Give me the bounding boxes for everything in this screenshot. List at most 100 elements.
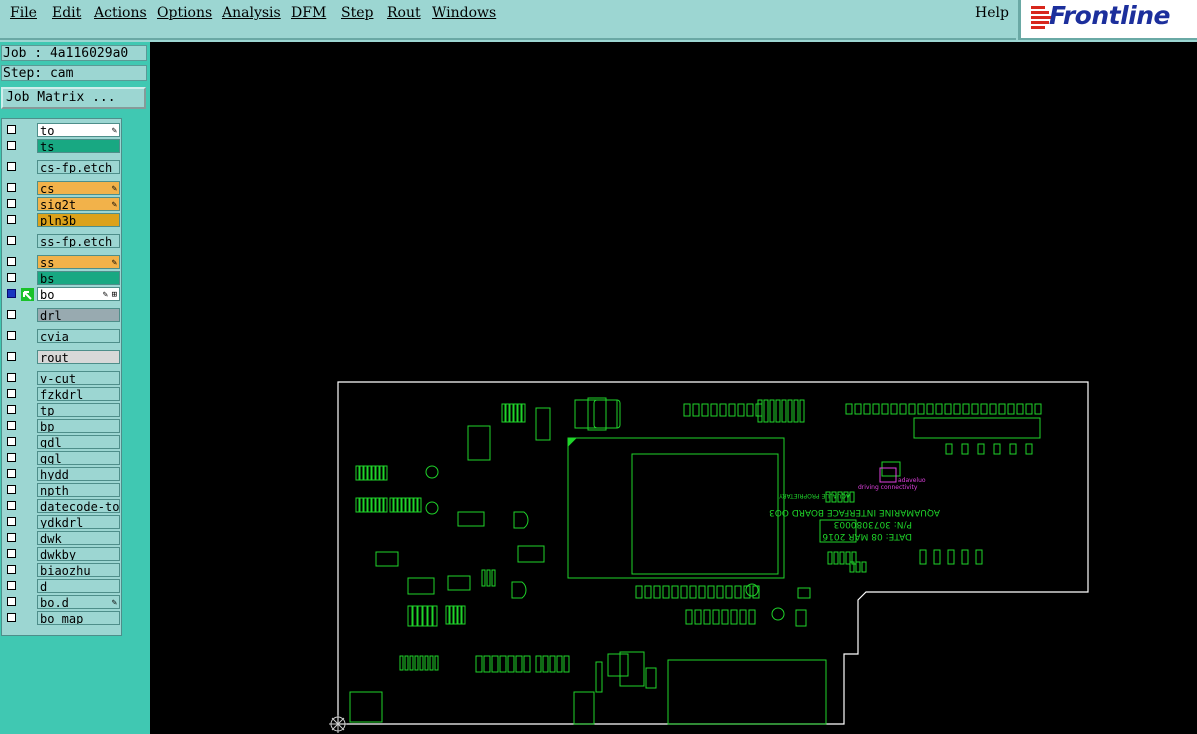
layer-row-tp[interactable]: tp (4, 403, 120, 418)
layer-row-d[interactable]: d (4, 579, 120, 594)
layer-row-cs-fp.etch[interactable]: cs-fp.etch (4, 160, 120, 175)
layer-row-cs[interactable]: cs ✎ (4, 181, 120, 196)
layer-checkbox[interactable] (7, 215, 16, 224)
layer-checkbox[interactable] (7, 533, 16, 542)
layer-checkbox[interactable] (7, 199, 16, 208)
layer-checkbox[interactable] (7, 331, 16, 340)
layer-row-datecode-to[interactable]: datecode-to (4, 499, 120, 514)
layer-name[interactable]: bo.d ✎ (37, 595, 120, 609)
layer-row-fzkdrl[interactable]: fzkdrl (4, 387, 120, 402)
menu-actions[interactable]: Actions (94, 5, 147, 21)
menu-options[interactable]: Options (157, 5, 212, 21)
layer-name[interactable]: bo_map (37, 611, 120, 625)
layer-row-cvia[interactable]: cvia (4, 329, 120, 344)
menu-dfm[interactable]: DFM (291, 5, 326, 21)
layer-checkbox[interactable] (7, 289, 16, 298)
layer-name[interactable]: v-cut (37, 371, 120, 385)
layer-row-hydd[interactable]: hydd (4, 467, 120, 482)
layer-checkbox[interactable] (7, 162, 16, 171)
layer-checkbox[interactable] (7, 469, 16, 478)
layer-row-ss-fp.etch[interactable]: ss-fp.etch (4, 234, 120, 249)
layer-name[interactable]: ss ✎ (37, 255, 120, 269)
menu-analysis[interactable]: Analysis (222, 5, 281, 21)
layer-row-v-cut[interactable]: v-cut (4, 371, 120, 386)
layer-name[interactable]: drl (37, 308, 120, 322)
layer-checkbox[interactable] (7, 453, 16, 462)
layer-name[interactable]: hydd (37, 467, 120, 481)
layer-checkbox[interactable] (7, 141, 16, 150)
layer-row-ss[interactable]: ss ✎ (4, 255, 120, 270)
layer-name[interactable]: cs ✎ (37, 181, 120, 195)
layer-row-rout[interactable]: rout (4, 350, 120, 365)
layer-checkbox[interactable] (7, 613, 16, 622)
layer-name[interactable]: npth (37, 483, 120, 497)
layer-name[interactable]: gdl (37, 435, 120, 449)
layer-name[interactable]: dwkby (37, 547, 120, 561)
layer-checkbox[interactable] (7, 236, 16, 245)
menu-step[interactable]: Step (341, 5, 373, 21)
layer-checkbox[interactable] (7, 565, 16, 574)
layer-row-bo[interactable]: bo ✎ ⊞ (4, 287, 120, 302)
layer-name[interactable]: d (37, 579, 120, 593)
menu-rout[interactable]: Rout (387, 5, 421, 21)
layer-row-ydkdrl[interactable]: ydkdrl (4, 515, 120, 530)
layer-row-dwk[interactable]: dwk (4, 531, 120, 546)
layer-name[interactable]: rout (37, 350, 120, 364)
layer-name[interactable]: bp (37, 419, 120, 433)
menu-file[interactable]: File (10, 5, 37, 21)
layer-row-bo_map[interactable]: bo_map (4, 611, 120, 626)
layer-row-to[interactable]: to ✎ (4, 123, 120, 138)
layer-row-npth[interactable]: npth (4, 483, 120, 498)
layer-checkbox[interactable] (7, 597, 16, 606)
layer-checkbox[interactable] (7, 421, 16, 430)
layer-checkbox[interactable] (7, 389, 16, 398)
layer-row-gdl[interactable]: gdl (4, 435, 120, 450)
layer-row-bo.d[interactable]: bo.d ✎ (4, 595, 120, 610)
layer-checkbox[interactable] (7, 310, 16, 319)
layer-checkbox[interactable] (7, 125, 16, 134)
layer-row-pln3b[interactable]: pln3b (4, 213, 120, 228)
layer-name[interactable]: biaozhu (37, 563, 120, 577)
menu-help[interactable]: Help (975, 5, 1009, 21)
layer-checkbox[interactable] (7, 373, 16, 382)
layer-checkbox[interactable] (7, 517, 16, 526)
layer-checkbox[interactable] (7, 183, 16, 192)
layer-checkbox[interactable] (7, 581, 16, 590)
layer-name[interactable]: pln3b (37, 213, 120, 227)
pcb-board-view[interactable]: AQUAMARINE INTERFACE BOARD OO3 P/N: 3073… (150, 42, 1197, 734)
layer-name[interactable]: ggl (37, 451, 120, 465)
graphics-canvas[interactable]: AQUAMARINE INTERFACE BOARD OO3 P/N: 3073… (150, 42, 1197, 734)
layer-checkbox[interactable] (7, 273, 16, 282)
layer-name[interactable]: ss-fp.etch (37, 234, 120, 248)
layer-row-ts[interactable]: ts (4, 139, 120, 154)
layer-row-sig2t[interactable]: sig2t ✎ (4, 197, 120, 212)
layer-checkbox[interactable] (7, 549, 16, 558)
layer-name[interactable]: ts (37, 139, 120, 153)
layer-name[interactable]: tp (37, 403, 120, 417)
layer-row-bs[interactable]: bs (4, 271, 120, 286)
layer-checkbox[interactable] (7, 501, 16, 510)
layer-checkbox[interactable] (7, 257, 16, 266)
layer-name[interactable]: sig2t ✎ (37, 197, 120, 211)
layer-name[interactable]: ydkdrl (37, 515, 120, 529)
menu-windows[interactable]: Windows (432, 5, 496, 21)
layer-name[interactable]: fzkdrl (37, 387, 120, 401)
menu-edit[interactable]: Edit (52, 5, 81, 21)
layer-name[interactable]: bo ✎ ⊞ (37, 287, 120, 301)
layer-row-dwkby[interactable]: dwkby (4, 547, 120, 562)
layer-name[interactable]: datecode-to (37, 499, 120, 513)
layer-checkbox[interactable] (7, 437, 16, 446)
layer-checkbox[interactable] (7, 352, 16, 361)
layer-row-drl[interactable]: drl (4, 308, 120, 323)
layer-name[interactable]: to ✎ (37, 123, 120, 137)
layer-name[interactable]: cvia (37, 329, 120, 343)
layer-row-ggl[interactable]: ggl (4, 451, 120, 466)
layer-name[interactable]: cs-fp.etch (37, 160, 120, 174)
layer-row-bp[interactable]: bp (4, 419, 120, 434)
layer-name[interactable]: bs (37, 271, 120, 285)
layer-name[interactable]: dwk (37, 531, 120, 545)
layer-checkbox[interactable] (7, 405, 16, 414)
job-matrix-button[interactable]: Job Matrix ... (1, 87, 146, 109)
layer-checkbox[interactable] (7, 485, 16, 494)
layer-row-biaozhu[interactable]: biaozhu (4, 563, 120, 578)
